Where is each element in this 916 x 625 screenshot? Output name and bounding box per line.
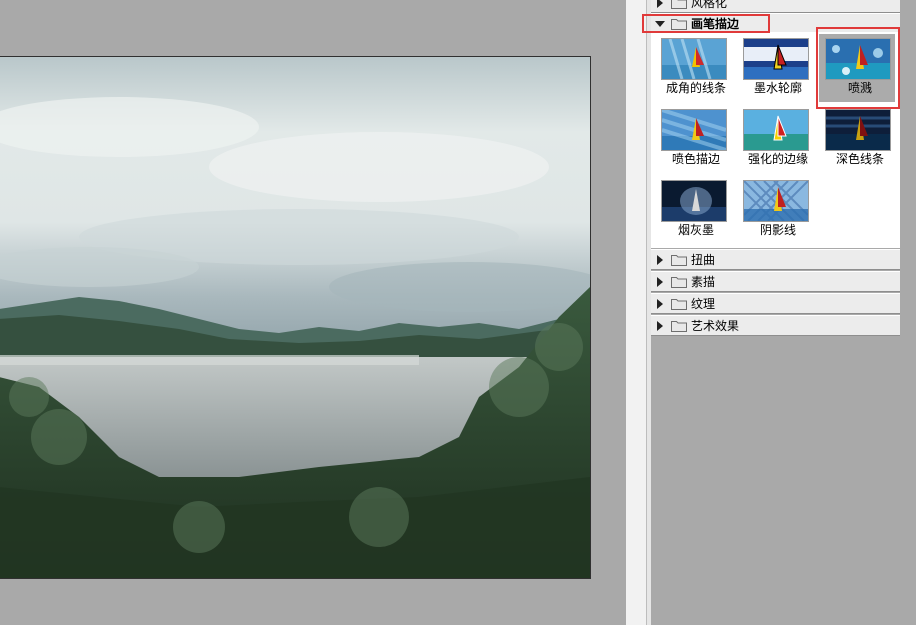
filter-label: 深色线条 xyxy=(835,152,884,166)
filter-sumi-e[interactable]: 烟灰墨 xyxy=(655,176,731,244)
filter-angled-strokes[interactable]: 成角的线条 xyxy=(655,34,731,102)
filter-label: 成角的线条 xyxy=(665,81,726,95)
sprayed-strokes-thumbnail xyxy=(661,109,727,151)
expand-arrow-icon[interactable] xyxy=(657,255,663,265)
filter-label: 喷溅 xyxy=(847,81,872,95)
landscape-image xyxy=(0,57,590,578)
expand-arrow-icon[interactable] xyxy=(657,321,663,331)
category-artistic[interactable]: 艺术效果 xyxy=(651,315,900,336)
folder-icon xyxy=(671,255,687,266)
folder-icon xyxy=(671,0,687,9)
accented-edges-thumbnail xyxy=(743,109,809,151)
expand-arrow-icon[interactable] xyxy=(657,0,663,8)
folder-open-icon xyxy=(671,19,687,30)
category-label: 风格化 xyxy=(691,0,728,10)
folder-icon xyxy=(671,321,687,332)
right-margin xyxy=(900,0,916,625)
filter-crosshatch[interactable]: 阴影线 xyxy=(737,176,813,244)
category-texture[interactable]: 纹理 xyxy=(651,293,900,314)
sumi-e-thumbnail xyxy=(661,180,727,222)
filter-label: 强化的边缘 xyxy=(747,152,808,166)
category-distort[interactable]: 扭曲 xyxy=(651,249,900,270)
category-stylize[interactable]: 风格化 xyxy=(651,0,900,13)
angled-strokes-thumbnail xyxy=(661,38,727,80)
folder-icon xyxy=(671,277,687,288)
filter-label: 墨水轮廓 xyxy=(753,81,802,95)
category-brush-strokes[interactable]: 画笔描边 xyxy=(651,13,900,34)
category-label: 画笔描边 xyxy=(691,17,740,31)
filter-label: 喷色描边 xyxy=(671,152,720,166)
category-label: 纹理 xyxy=(691,297,716,311)
canvas-area xyxy=(0,0,626,625)
filter-thumbnail-grid: 成角的线条 墨水轮廓 喷溅 喷色描边 强化的边缘 深色线条 烟灰墨 阴影线 xyxy=(651,32,900,248)
category-label: 素描 xyxy=(691,275,716,289)
category-label: 扭曲 xyxy=(691,253,716,267)
category-label: 艺术效果 xyxy=(691,319,740,333)
image-preview[interactable] xyxy=(0,56,591,579)
filter-label: 烟灰墨 xyxy=(677,223,714,237)
expand-arrow-icon[interactable] xyxy=(657,299,663,309)
ink-outlines-thumbnail xyxy=(743,38,809,80)
folder-icon xyxy=(671,299,687,310)
spatter-thumbnail xyxy=(825,38,891,80)
filter-sprayed-strokes[interactable]: 喷色描边 xyxy=(655,105,731,173)
category-sketch[interactable]: 素描 xyxy=(651,271,900,292)
expand-arrow-icon[interactable] xyxy=(657,277,663,287)
filter-spatter[interactable]: 喷溅 xyxy=(819,34,895,102)
filter-label: 阴影线 xyxy=(759,223,796,237)
filter-accented-edges[interactable]: 强化的边缘 xyxy=(737,105,813,173)
dark-strokes-thumbnail xyxy=(825,109,891,151)
crosshatch-thumbnail xyxy=(743,180,809,222)
filter-gallery-panel: 风格化 画笔描边 成角的线条 墨水轮廓 喷溅 喷色描边 强化的边缘 深色线条 烟… xyxy=(651,0,900,625)
filter-ink-outlines[interactable]: 墨水轮廓 xyxy=(737,34,813,102)
collapse-arrow-icon[interactable] xyxy=(655,21,665,27)
filter-dark-strokes[interactable]: 深色线条 xyxy=(819,105,895,173)
